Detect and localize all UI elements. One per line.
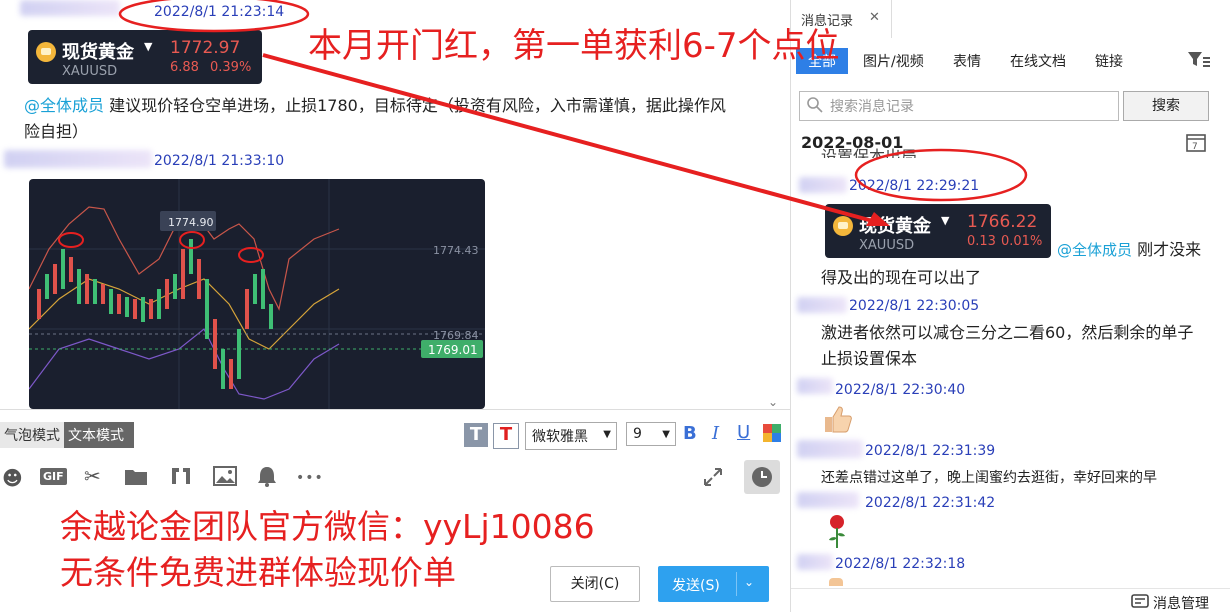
- screen-capture-icon[interactable]: [170, 466, 192, 491]
- send-button[interactable]: 发送(S) ⌄: [658, 566, 769, 602]
- clock-icon: [752, 467, 772, 487]
- current-price-label: 1769.01: [428, 343, 478, 357]
- chevron-down-icon: ▼: [662, 429, 670, 440]
- history-close-icon[interactable]: ✕: [869, 10, 880, 25]
- text-color-button[interactable]: T: [493, 423, 519, 449]
- image-icon[interactable]: [213, 466, 237, 491]
- search-icon: [806, 96, 824, 118]
- chat-manage-icon: [1131, 594, 1149, 614]
- history-message-text: 激进者依然可以减仓三分之二看60，然后剩余的单子 止损设置保本: [821, 323, 1194, 368]
- chart-image[interactable]: 1774.90 1774.43 1769.84 1769.01: [29, 179, 485, 409]
- history-clock-button[interactable]: [744, 460, 780, 494]
- expand-icon[interactable]: [702, 466, 724, 493]
- message-timestamp: 2022/8/1 21:33:10: [154, 153, 285, 169]
- price-level-label: 1774.43: [433, 244, 479, 257]
- gif-icon[interactable]: GIF: [40, 468, 67, 485]
- tab-links[interactable]: 链接: [1095, 51, 1123, 71]
- card-name: 现货黄金: [62, 42, 134, 63]
- font-family-select[interactable]: 微软雅黑 ▼: [525, 422, 617, 450]
- gold-coin-icon: [833, 216, 853, 236]
- tab-images-videos[interactable]: 图片/视频: [863, 51, 924, 71]
- header-divider: [891, 0, 892, 38]
- annotation-wechat: 余越论金团队官方微信：yyLj10086: [60, 507, 595, 546]
- history-timestamp: 2022/8/1 22:29:21: [849, 178, 980, 194]
- annotation-headline: 本月开门红，第一单获利6-7个点位: [308, 26, 840, 66]
- search-input[interactable]: 搜索消息记录: [799, 91, 1119, 121]
- search-button[interactable]: 搜索: [1123, 91, 1209, 121]
- sender-avatar-blur: [4, 150, 152, 168]
- rose-sticker[interactable]: [825, 514, 849, 550]
- history-timestamp: 2022/8/1 22:31:42: [865, 495, 996, 511]
- sender-avatar-blur: [20, 0, 120, 16]
- collapse-icon[interactable]: ⌄: [768, 395, 778, 409]
- scissors-icon[interactable]: ✂: [84, 464, 101, 488]
- gold-coin-icon: [36, 42, 56, 62]
- partial-sticker: [829, 578, 843, 586]
- mention-all[interactable]: @全体成员: [1057, 241, 1132, 259]
- color-palette-icon[interactable]: [763, 424, 781, 442]
- sender-avatar-blur: [797, 492, 859, 508]
- chevron-down-icon: ▼: [603, 429, 611, 440]
- tab-online-docs[interactable]: 在线文档: [1010, 51, 1066, 71]
- dropdown-caret-icon: ▼: [941, 214, 950, 227]
- price-card[interactable]: 现货黄金 ▼ XAUUSD 1772.97 6.88 0.39%: [28, 30, 262, 84]
- history-panel: 消息记录 ✕ 全部 图片/视频 表情 在线文档 链接 搜索消息记录 搜索 202…: [790, 0, 1230, 614]
- filter-icon[interactable]: [1187, 50, 1211, 74]
- annotation-free-trial: 无条件免费进群体验现价单: [60, 553, 456, 592]
- sender-avatar-blur: [799, 177, 847, 193]
- text-mode-button[interactable]: 文本模式: [64, 422, 134, 448]
- svg-text:7: 7: [1192, 142, 1198, 152]
- card-change-pct: 0.39%: [210, 60, 252, 75]
- bold-button[interactable]: B: [683, 423, 697, 444]
- history-message-text: 设置保本出局: [821, 147, 918, 158]
- card-change-pct: 0.01%: [1001, 234, 1043, 249]
- card-price: 1766.22: [967, 212, 1038, 232]
- history-message-text: 得及出的现在可以出了: [821, 268, 982, 287]
- font-size-select[interactable]: 9 ▼: [626, 422, 676, 446]
- bell-icon[interactable]: [256, 465, 278, 492]
- history-timestamp: 2022/8/1 22:31:39: [865, 443, 996, 459]
- price-card[interactable]: 现货黄金 ▼ XAUUSD 1766.22 0.13 0.01%: [825, 204, 1051, 258]
- history-timestamp: 2022/8/1 22:30:05: [849, 298, 980, 314]
- input-divider: [0, 409, 790, 410]
- bubble-mode-button[interactable]: 气泡模式: [0, 422, 66, 448]
- sender-avatar-blur: [797, 440, 863, 458]
- card-change: 6.88: [170, 60, 199, 75]
- history-message-text: 还差点错过这单了，晚上闺蜜约去逛街，幸好回来的早: [821, 470, 1157, 486]
- close-button[interactable]: 关闭(C): [550, 566, 640, 602]
- message-text: @全体成员 建议现价轻仓空单进场，止损1780，目标待定（投资有风险，入市需谨慎…: [24, 96, 726, 141]
- dropdown-caret-icon: ▼: [144, 40, 153, 53]
- sender-avatar-blur: [797, 378, 833, 394]
- peak-price-label: 1774.90: [168, 216, 214, 229]
- card-symbol: XAUUSD: [859, 238, 915, 253]
- folder-icon[interactable]: [124, 466, 148, 491]
- sender-avatar-blur: [797, 554, 833, 570]
- mention-all[interactable]: @全体成员: [24, 96, 104, 115]
- message-manage-button[interactable]: 消息管理: [1131, 593, 1209, 614]
- card-name: 现货黄金: [859, 216, 931, 237]
- message-timestamp: 2022/8/1 21:23:14: [154, 4, 285, 20]
- emoji-icon[interactable]: ☻: [2, 466, 23, 490]
- history-timestamp: 2022/8/1 22:32:18: [835, 556, 966, 572]
- card-symbol: XAUUSD: [62, 64, 118, 79]
- card-change: 0.13: [967, 234, 996, 249]
- candlestick-chart: 1774.90 1774.43 1769.84 1769.01: [29, 179, 485, 409]
- history-message-text: @全体成员 刚才没来: [1057, 240, 1202, 259]
- card-price: 1772.97: [170, 38, 241, 58]
- more-icon[interactable]: •••: [296, 470, 324, 486]
- thumbs-up-sticker[interactable]: [821, 401, 855, 435]
- history-timestamp: 2022/8/1 22:30:40: [835, 382, 966, 398]
- sender-avatar-blur: [797, 297, 847, 313]
- chevron-down-icon[interactable]: ⌄: [744, 575, 754, 589]
- calendar-icon[interactable]: 7: [1186, 132, 1206, 156]
- tab-stickers[interactable]: 表情: [953, 51, 981, 71]
- underline-button[interactable]: U: [737, 422, 750, 443]
- text-style-plain-button[interactable]: T: [464, 423, 488, 447]
- italic-button[interactable]: I: [712, 423, 719, 444]
